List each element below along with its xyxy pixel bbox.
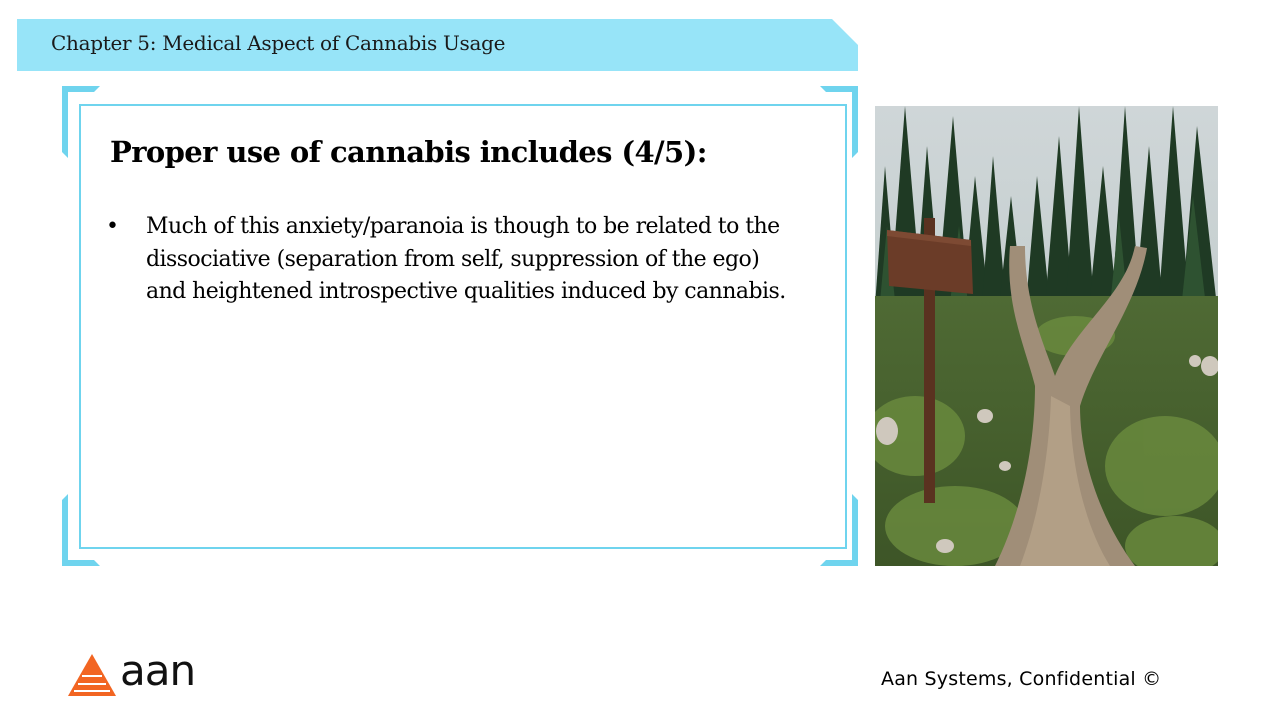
bullet-marker: • — [106, 214, 119, 239]
confidential-notice: Aan Systems, Confidential © — [881, 668, 1162, 690]
logo-triangle-icon — [68, 654, 116, 696]
list-item: • Much of this anxiety/paranoia is thoug… — [106, 211, 796, 309]
forest-trail-photo — [875, 106, 1218, 566]
chapter-title: Chapter 5: Medical Aspect of Cannabis Us… — [51, 31, 506, 55]
slide-heading: Proper use of cannabis includes (4/5): — [110, 135, 707, 169]
bullet-list: • Much of this anxiety/paranoia is thoug… — [106, 211, 796, 309]
content-box — [79, 104, 847, 549]
aan-logo: aan — [68, 646, 198, 700]
logo-wordmark: aan — [120, 646, 196, 695]
bullet-text: Much of this anxiety/paranoia is though … — [146, 214, 786, 304]
